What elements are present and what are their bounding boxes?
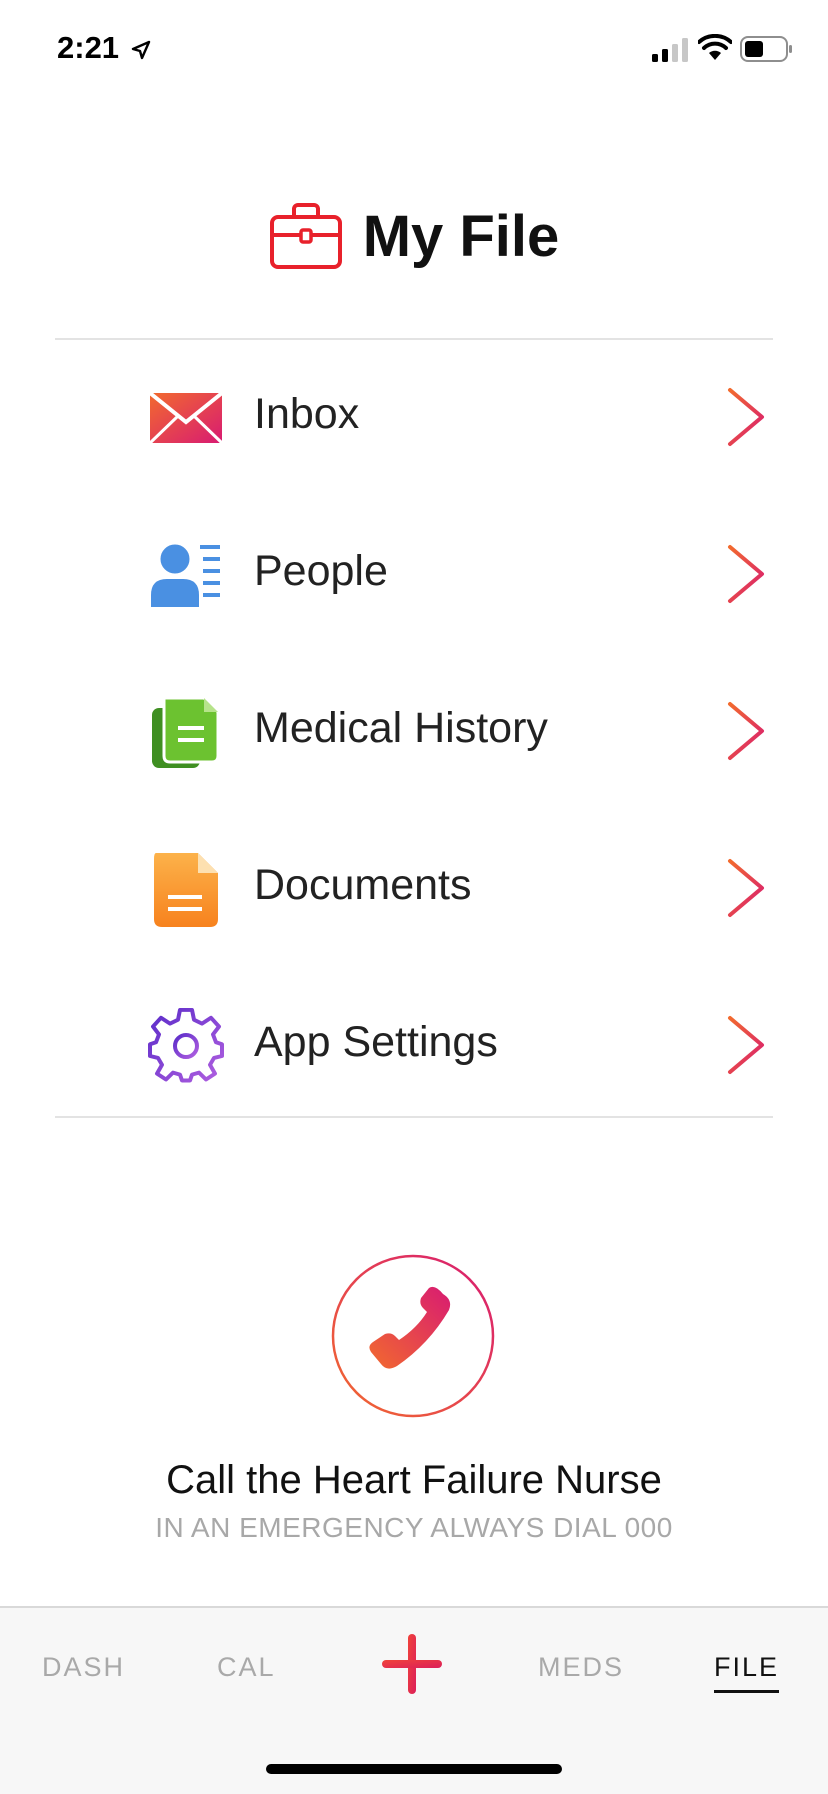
menu-item-label: People — [254, 547, 388, 595]
battery-icon — [740, 36, 792, 62]
active-tab-underline — [714, 1690, 780, 1693]
divider-bottom — [55, 1116, 773, 1118]
wifi-icon — [698, 34, 732, 60]
chevron-right-icon — [728, 702, 764, 760]
menu-item-app-settings[interactable]: App Settings — [0, 968, 828, 1118]
menu-item-label: Documents — [254, 861, 472, 909]
chevron-right-icon — [728, 859, 764, 917]
briefcase-icon — [269, 203, 342, 269]
tab-meds[interactable]: MEDS — [538, 1652, 624, 1683]
page-title: My File — [362, 203, 560, 269]
call-title: Call the Heart Failure Nurse — [166, 1458, 662, 1502]
chevron-right-icon — [728, 545, 764, 603]
emergency-notice: IN AN EMERGENCY ALWAYS DIAL 000 — [155, 1512, 673, 1543]
chevron-right-icon — [728, 388, 764, 446]
menu-item-label: App Settings — [254, 1018, 498, 1066]
menu-item-label: Inbox — [254, 390, 360, 438]
document-icon — [154, 853, 218, 927]
chevron-right-icon — [728, 1016, 764, 1074]
status-time: 2:21 — [57, 30, 120, 65]
menu-item-medical-history[interactable]: Medical History — [0, 654, 828, 804]
people-icon — [151, 541, 220, 607]
add-icon[interactable] — [380, 1632, 444, 1696]
cellular-signal-icon — [652, 38, 688, 62]
call-nurse-button[interactable] — [331, 1254, 495, 1418]
medical-history-icon — [152, 696, 220, 768]
home-indicator[interactable] — [266, 1764, 562, 1774]
location-arrow-icon — [131, 40, 151, 60]
tab-file-label: FILE — [714, 1652, 780, 1682]
tab-dash[interactable]: DASH — [42, 1652, 125, 1683]
menu-item-inbox[interactable]: Inbox — [0, 340, 828, 490]
envelope-icon — [148, 391, 224, 445]
page-header: My File — [0, 196, 828, 276]
menu-item-label: Medical History — [254, 704, 548, 752]
tab-file[interactable]: FILE — [714, 1652, 780, 1693]
status-bar: 2:21 — [0, 0, 828, 100]
menu-item-documents[interactable]: Documents — [0, 811, 828, 961]
gear-icon — [148, 1008, 224, 1083]
menu-item-people[interactable]: People — [0, 497, 828, 647]
tab-cal[interactable]: CAL — [217, 1652, 276, 1683]
